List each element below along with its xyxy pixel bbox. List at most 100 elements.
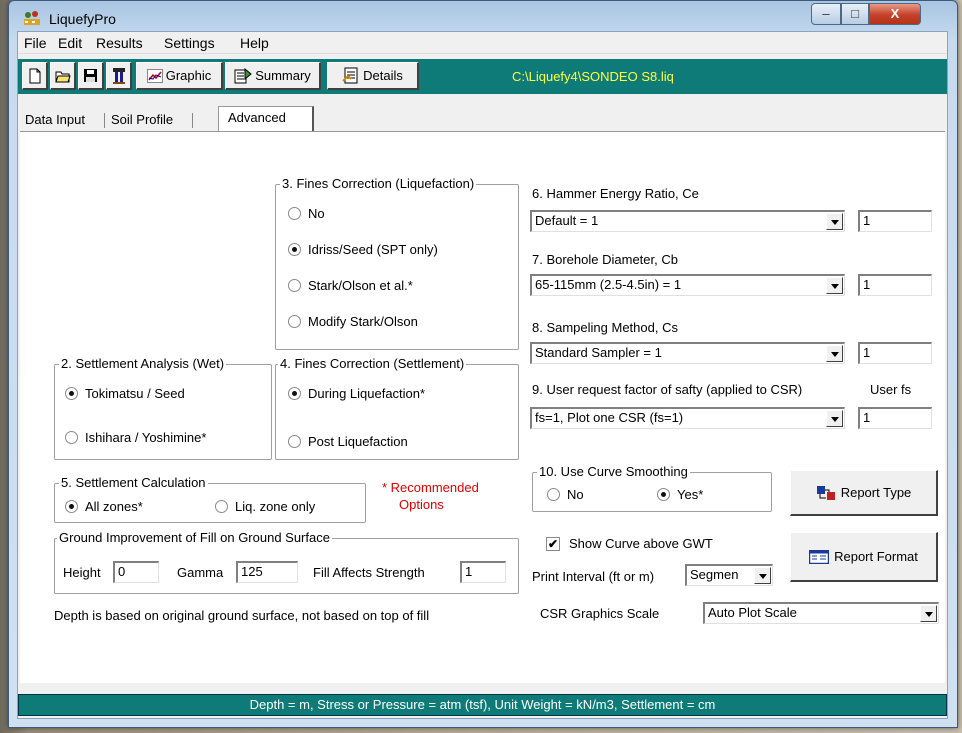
- curve-smoothing-group: 10. Use Curve Smoothing No Yes*: [532, 464, 772, 512]
- chevron-down-icon[interactable]: [754, 567, 771, 584]
- chevron-down-icon[interactable]: [920, 605, 937, 622]
- radio-label: Liq. zone only: [235, 499, 316, 514]
- gamma-input[interactable]: 125: [236, 561, 298, 583]
- summary-button[interactable]: Summary: [225, 62, 321, 90]
- tab-soil-profile[interactable]: Soil Profile: [106, 110, 178, 130]
- show-curve-label: Show Curve above GWT: [569, 536, 713, 551]
- csr-scale-select[interactable]: Auto Plot Scale: [703, 602, 939, 624]
- print-interval-label: Print Interval (ft or m): [532, 569, 655, 584]
- user-fs-select[interactable]: fs=1, Plot one CSR (fs=1): [530, 407, 845, 429]
- file-path: C:\Liquefy4\SONDEO S8.liq: [512, 69, 674, 84]
- title-bar: LiquefyPro – □ X: [9, 1, 957, 31]
- chevron-down-icon[interactable]: [826, 277, 843, 294]
- chevron-down-icon[interactable]: [826, 410, 843, 427]
- details-button[interactable]: Details: [327, 62, 419, 90]
- fines-liq-modify-radio[interactable]: [288, 315, 301, 328]
- advanced-panel: 3. Fines Correction (Liquefaction) No Id…: [20, 131, 945, 683]
- menu-file[interactable]: File: [24, 35, 47, 51]
- tab-divider: [192, 113, 193, 128]
- show-curve-checkbox[interactable]: ✔: [546, 537, 560, 551]
- fines-liq-no-radio[interactable]: [288, 207, 301, 220]
- radio-label: Post Liquefaction: [308, 434, 408, 449]
- menu-help[interactable]: Help: [240, 35, 269, 51]
- ground-improvement-group: Ground Improvement of Fill on Ground Sur…: [54, 530, 519, 594]
- tab-data-input[interactable]: Data Input: [20, 110, 90, 130]
- fines-liq-idriss-radio[interactable]: [288, 243, 301, 256]
- smoothing-yes-radio[interactable]: [657, 488, 670, 501]
- sampling-method-input[interactable]: 1: [858, 342, 932, 364]
- borehole-diameter-select[interactable]: 65-115mm (2.5-4.5in) = 1: [530, 274, 845, 296]
- app-logo-icon: [24, 11, 40, 25]
- save-disk-icon: [84, 69, 97, 82]
- sampling-method-select[interactable]: Standard Sampler = 1: [530, 342, 845, 364]
- window-title: LiquefyPro: [49, 11, 116, 27]
- fill-affects-strength-input[interactable]: 1: [460, 561, 506, 583]
- hammer-energy-select[interactable]: Default = 1: [530, 210, 845, 232]
- ishihara-radio[interactable]: [65, 431, 78, 444]
- details-button-label: Details: [363, 68, 403, 83]
- radio-label: Idriss/Seed (SPT only): [308, 242, 438, 257]
- report-format-icon: [809, 549, 830, 564]
- open-file-button[interactable]: [50, 62, 76, 90]
- borehole-diameter-label: 7. Borehole Diameter, Cb: [532, 252, 678, 267]
- menu-results[interactable]: Results: [96, 35, 143, 51]
- app-window: LiquefyPro – □ X File Edit Results Setti…: [8, 0, 958, 728]
- group-legend: Ground Improvement of Fill on Ground Sur…: [57, 530, 332, 545]
- graphic-button[interactable]: Graphic: [136, 62, 223, 90]
- group-legend: 2. Settlement Analysis (Wet): [59, 356, 227, 371]
- print-interval-select[interactable]: Segmen: [685, 564, 773, 586]
- post-liquefaction-radio[interactable]: [288, 435, 301, 448]
- chevron-down-icon[interactable]: [826, 213, 843, 230]
- soil-column-button[interactable]: [106, 62, 132, 90]
- gamma-label: Gamma: [177, 565, 224, 580]
- save-button[interactable]: [78, 62, 104, 90]
- settlement-calculation-group: 5. Settlement Calculation All zones* Liq…: [54, 475, 366, 523]
- user-fs-short-label: User fs: [870, 382, 912, 397]
- select-value: Segmen: [690, 567, 739, 582]
- report-format-label: Report Format: [834, 549, 918, 564]
- liq-zone-only-radio[interactable]: [215, 500, 228, 513]
- new-file-icon: [29, 68, 40, 83]
- user-fs-input[interactable]: 1: [858, 407, 932, 429]
- menu-settings[interactable]: Settings: [164, 35, 215, 51]
- status-bar: Depth = m, Stress or Pressure = atm (tsf…: [18, 694, 947, 716]
- hammer-energy-input[interactable]: 1: [858, 210, 932, 232]
- tokimatsu-radio[interactable]: [65, 387, 78, 400]
- client-area: File Edit Results Settings Help Graphic: [17, 31, 948, 719]
- radio-label: Stark/Olson et al.*: [308, 278, 413, 293]
- report-type-label: Report Type: [840, 485, 912, 500]
- toolbar: Graphic Summary Details C:\Liquefy4\SOND…: [18, 59, 947, 94]
- menu-edit[interactable]: Edit: [58, 35, 82, 51]
- csr-scale-label: CSR Graphics Scale: [540, 606, 660, 621]
- user-fs-label: 9. User request factor of safty (applied…: [532, 382, 803, 397]
- new-file-button[interactable]: [22, 62, 48, 90]
- report-type-button[interactable]: Report Type: [790, 470, 938, 516]
- smoothing-no-radio[interactable]: [547, 488, 560, 501]
- fines-correction-settlement-group: 4. Fines Correction (Settlement) During …: [275, 356, 519, 460]
- soil-column-icon: [112, 67, 125, 84]
- radio-label: Tokimatsu / Seed: [85, 386, 185, 401]
- report-type-icon: [816, 485, 835, 500]
- select-value: Default = 1: [535, 213, 599, 228]
- during-liquefaction-radio[interactable]: [288, 387, 301, 400]
- settlement-analysis-group: 2. Settlement Analysis (Wet) Tokimatsu /…: [54, 356, 272, 460]
- tab-advanced[interactable]: Advanced: [223, 108, 291, 128]
- radio-label: No: [308, 206, 325, 221]
- chevron-down-icon[interactable]: [826, 345, 843, 362]
- graphic-button-label: Graphic: [165, 68, 212, 83]
- maximize-button[interactable]: □: [841, 3, 869, 25]
- minimize-button[interactable]: –: [811, 3, 841, 25]
- all-zones-radio[interactable]: [65, 500, 78, 513]
- select-value: fs=1, Plot one CSR (fs=1): [535, 410, 684, 425]
- close-button[interactable]: X: [869, 3, 921, 25]
- borehole-diameter-input[interactable]: 1: [858, 274, 932, 296]
- report-format-button[interactable]: Report Format: [790, 532, 938, 582]
- fill-affects-strength-label: Fill Affects Strength: [313, 565, 425, 580]
- open-folder-icon: [54, 71, 71, 82]
- summary-report-icon: [234, 67, 252, 83]
- hammer-energy-label: 6. Hammer Energy Ratio, Ce: [532, 186, 699, 201]
- height-input[interactable]: 0: [113, 561, 159, 583]
- select-value: Auto Plot Scale: [708, 605, 797, 620]
- fines-liq-stark-radio[interactable]: [288, 279, 301, 292]
- height-label: Height: [63, 565, 101, 580]
